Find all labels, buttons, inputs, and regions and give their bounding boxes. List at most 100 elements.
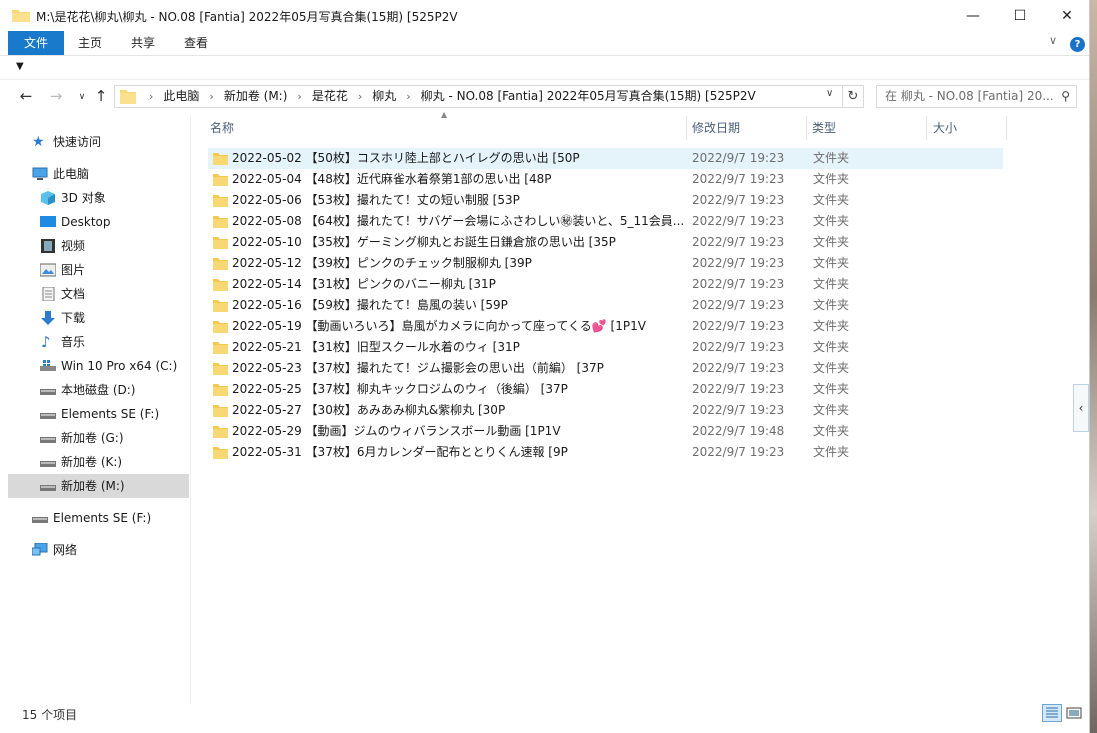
sidebar-item-quick-access[interactable]: ★ 快速访问 — [8, 130, 189, 154]
folder-icon — [213, 153, 228, 165]
sidebar-item-label: 新加卷 (K:) — [61, 455, 123, 469]
file-type: 文件夹 — [813, 403, 850, 417]
sidebar-item-elements-se[interactable]: Elements SE (F:) — [8, 506, 189, 530]
desktop-icon — [40, 216, 56, 227]
file-row[interactable]: 2022-05-23 【37枚】撮れたて！ジム撮影会の思い出（前編） [37P 2… — [208, 358, 1003, 379]
column-divider[interactable] — [926, 116, 927, 140]
details-view-button[interactable] — [1042, 704, 1062, 722]
address-dropdown-chevron-icon[interactable]: ∨ — [826, 88, 833, 99]
sidebar-item-desktop[interactable]: Desktop — [8, 210, 189, 234]
column-header-type[interactable]: 类型 — [812, 116, 836, 140]
sidebar-item-drive-m[interactable]: 新加卷 (M:) — [8, 474, 189, 498]
close-button[interactable]: ✕ — [1044, 0, 1090, 31]
sidebar-item-pictures[interactable]: 图片 — [8, 258, 189, 282]
column-header-size[interactable]: 大小 — [933, 116, 957, 140]
recent-locations-chevron-icon[interactable]: ∨ — [72, 92, 92, 112]
tab-file[interactable]: 文件 — [8, 31, 64, 55]
tab-home[interactable]: 主页 — [68, 31, 112, 55]
file-name: 2022-05-29 【動画】ジムのウィバランスボール動画 [1P1V — [232, 424, 561, 438]
file-row[interactable]: 2022-05-19 【動画いろいろ】島風がカメラに向かって座ってくる💕 [1P… — [208, 316, 1003, 337]
file-row[interactable]: 2022-05-04 【48枚】近代麻雀水着祭第1部の思い出 [48P 2022/… — [208, 169, 1003, 190]
file-type: 文件夹 — [813, 235, 850, 249]
sidebar-item-drive-d[interactable]: 本地磁盘 (D:) — [8, 378, 189, 402]
sidebar-item-label: 3D 对象 — [61, 191, 106, 205]
folder-icon — [213, 384, 228, 396]
help-icon[interactable]: ? — [1070, 37, 1085, 52]
sidebar-item-documents[interactable]: 文档 — [8, 282, 189, 306]
sidebar-item-label: Elements SE (F:) — [53, 511, 152, 525]
file-row[interactable]: 2022-05-21 【31枚】旧型スクール水着のウィ [31P 2022/9/7… — [208, 337, 1003, 358]
breadcrumb-item[interactable]: 此电脑 — [163, 86, 199, 107]
file-row[interactable]: 2022-05-06 【53枚】撮れたて！丈の短い制服 [53P 2022/9/7… — [208, 190, 1003, 211]
column-header-name[interactable]: 名称 — [210, 116, 234, 140]
forward-arrow-icon[interactable]: → — [46, 87, 66, 107]
column-header-date[interactable]: 修改日期 — [692, 116, 740, 140]
quick-access-toolbar-dropdown-icon[interactable]: ▼ — [16, 61, 24, 72]
minimize-button[interactable]: — — [950, 0, 996, 31]
tab-view[interactable]: 查看 — [174, 31, 218, 55]
folder-icon — [213, 342, 228, 354]
file-row[interactable]: 2022-05-16 【59枚】撮れたて！島風の装い [59P 2022/9/7 … — [208, 295, 1003, 316]
file-type: 文件夹 — [813, 298, 850, 312]
file-row[interactable]: 2022-05-12 【39枚】ピンクのチェック制服柳丸 [39P 2022/9/… — [208, 253, 1003, 274]
file-row[interactable]: 2022-05-31 【37枚】6月カレンダー配布ととりくん速報 [9P 2022… — [208, 442, 1003, 463]
breadcrumb-item[interactable]: 柳丸 - NO.08 [Fantia] 2022年05月写真合集(15期) [5… — [421, 86, 756, 107]
folder-icon — [213, 237, 228, 249]
file-row[interactable]: 2022-05-02 【50枚】コスホリ陸上部とハイレグの思い出 [50P 202… — [208, 148, 1003, 169]
breadcrumb-item[interactable]: 新加卷 (M:) — [224, 86, 288, 107]
file-row[interactable]: 2022-05-25 【37枚】柳丸キックロジムのウィ（後編） [37P 2022… — [208, 379, 1003, 400]
folder-icon — [213, 279, 228, 291]
file-name: 2022-05-04 【48枚】近代麻雀水着祭第1部の思い出 [48P — [232, 172, 552, 186]
file-type: 文件夹 — [813, 193, 850, 207]
tab-share[interactable]: 共享 — [120, 31, 166, 55]
back-arrow-icon[interactable]: ← — [16, 87, 36, 107]
column-divider[interactable] — [686, 116, 687, 140]
file-date: 2022/9/7 19:48 — [692, 424, 785, 438]
search-icon[interactable]: ⚲ — [1061, 89, 1070, 103]
collapse-pane-chevron-icon[interactable]: ‹ — [1073, 384, 1089, 432]
search-input[interactable]: 在 柳丸 - NO.08 [Fantia] 20... ⚲ — [876, 85, 1077, 108]
expand-ribbon-chevron-icon[interactable]: ∨ — [1049, 34, 1057, 47]
up-arrow-icon[interactable]: ↑ — [91, 87, 111, 107]
sidebar-item-drive-c[interactable]: Win 10 Pro x64 (C:) — [8, 354, 189, 378]
film-icon — [41, 239, 55, 253]
column-divider[interactable] — [806, 116, 807, 140]
desktop-background — [1090, 0, 1097, 733]
file-row[interactable]: 2022-05-27 【30枚】あみあみ柳丸&紫柳丸 [30P 2022/9/7 … — [208, 400, 1003, 421]
sidebar-item-label: 本地磁盘 (D:) — [61, 383, 136, 397]
refresh-icon[interactable]: ↻ — [843, 85, 864, 108]
sidebar-item-videos[interactable]: 视频 — [8, 234, 189, 258]
sidebar-item-drive-f[interactable]: Elements SE (F:) — [8, 402, 189, 426]
address-bar[interactable]: › 此电脑 › 新加卷 (M:) › 是花花 › 柳丸 › 柳丸 - NO.08 [Fantia]… — [114, 85, 843, 108]
divider — [0, 79, 1089, 80]
large-icons-view-button[interactable] — [1064, 704, 1084, 722]
breadcrumb-item[interactable]: 柳丸 — [372, 86, 396, 107]
file-date: 2022/9/7 19:23 — [692, 235, 785, 249]
column-divider[interactable] — [1006, 116, 1007, 140]
file-row[interactable]: 2022-05-10 【35枚】ゲーミング柳丸とお誕生日鎌倉旅の思い出 [35P… — [208, 232, 1003, 253]
details-view-icon — [1046, 707, 1058, 718]
sidebar-item-this-pc[interactable]: 此电脑 — [8, 162, 189, 186]
document-icon — [42, 287, 55, 301]
file-type: 文件夹 — [813, 424, 850, 438]
file-row[interactable]: 2022-05-08 【64枚】撮れたて！サバゲー会場にふさわしい㊙装いと、5_… — [208, 211, 1003, 232]
title-bar: M:\是花花\柳丸\柳丸 - NO.08 [Fantia] 2022年05月写真… — [0, 0, 1089, 31]
sidebar-item-drive-k[interactable]: 新加卷 (K:) — [8, 450, 189, 474]
sidebar-item-label: 此电脑 — [53, 167, 90, 181]
sidebar-item-3d-objects[interactable]: 3D 对象 — [8, 186, 189, 210]
file-date: 2022/9/7 19:23 — [692, 298, 785, 312]
breadcrumb-item[interactable]: 是花花 — [312, 86, 348, 107]
file-row[interactable]: 2022-05-14 【31枚】ピンクのバニー柳丸 [31P 2022/9/7 1… — [208, 274, 1003, 295]
sidebar-item-music[interactable]: ♪ 音乐 — [8, 330, 189, 354]
file-row[interactable]: 2022-05-29 【動画】ジムのウィバランスボール動画 [1P1V 2022/… — [208, 421, 1003, 442]
file-type: 文件夹 — [813, 256, 850, 270]
file-name: 2022-05-14 【31枚】ピンクのバニー柳丸 [31P — [232, 277, 496, 291]
file-name: 2022-05-12 【39枚】ピンクのチェック制服柳丸 [39P — [232, 256, 532, 270]
sidebar-item-downloads[interactable]: 下载 — [8, 306, 189, 330]
file-name: 2022-05-25 【37枚】柳丸キックロジムのウィ（後編） [37P — [232, 382, 568, 396]
breadcrumb-separator-icon: › — [149, 90, 154, 103]
file-name: 2022-05-02 【50枚】コスホリ陸上部とハイレグの思い出 [50P — [232, 151, 580, 165]
sidebar-item-network[interactable]: 网络 — [8, 538, 189, 562]
sidebar-item-drive-g[interactable]: 新加卷 (G:) — [8, 426, 189, 450]
maximize-button[interactable]: ☐ — [997, 0, 1043, 31]
